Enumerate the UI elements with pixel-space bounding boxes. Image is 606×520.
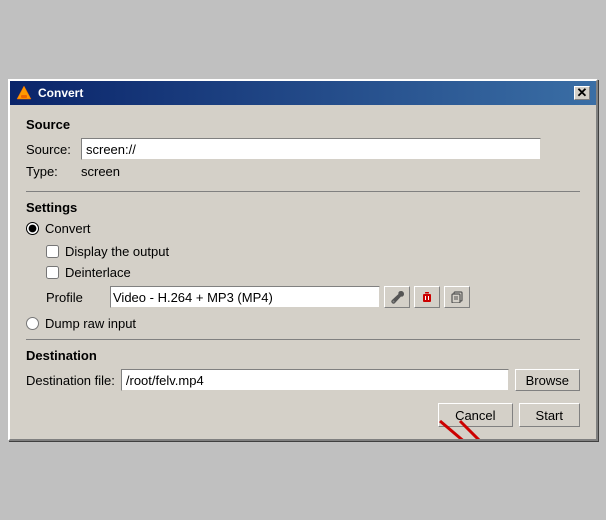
profile-select-wrapper: Video - H.264 + MP3 (MP4) Video - H.265 … — [110, 286, 380, 308]
settings-section-title: Settings — [26, 200, 580, 215]
profile-row: Profile Video - H.264 + MP3 (MP4) Video … — [46, 286, 580, 308]
deinterlace-label: Deinterlace — [65, 265, 131, 280]
source-section-title: Source — [26, 117, 580, 132]
convert-radio-option[interactable]: Convert — [26, 221, 580, 236]
display-output-option[interactable]: Display the output — [46, 244, 580, 259]
type-value: screen — [81, 164, 120, 179]
deinterlace-checkbox[interactable] — [46, 266, 59, 279]
copy-icon — [451, 291, 463, 303]
type-label: Type: — [26, 164, 81, 179]
dest-file-label: Destination file: — [26, 373, 115, 388]
convert-radio-label: Convert — [45, 221, 91, 236]
title-bar: Convert ✕ — [10, 81, 596, 105]
start-button[interactable]: Start — [519, 403, 580, 427]
edit-profile-button[interactable] — [384, 286, 410, 308]
source-section: Source Source: Type: screen — [26, 117, 580, 179]
profile-select[interactable]: Video - H.264 + MP3 (MP4) Video - H.265 … — [110, 286, 380, 308]
display-output-label: Display the output — [65, 244, 169, 259]
close-icon: ✕ — [577, 85, 588, 101]
convert-dialog: Convert ✕ Source Source: Type: screen Se… — [8, 79, 598, 441]
dump-raw-label: Dump raw input — [45, 316, 136, 331]
destination-section: Destination Destination file: Browse — [26, 348, 580, 391]
title-bar-left: Convert — [16, 85, 83, 101]
button-row: Cancel Start — [26, 403, 580, 427]
dest-file-input[interactable] — [121, 369, 509, 391]
dialog-content: Source Source: Type: screen Settings Con… — [10, 105, 596, 439]
copy-profile-button[interactable] — [444, 286, 470, 308]
divider-2 — [26, 339, 580, 340]
close-button[interactable]: ✕ — [574, 86, 590, 100]
cancel-button[interactable]: Cancel — [438, 403, 512, 427]
window-title: Convert — [38, 86, 83, 100]
profile-label: Profile — [46, 290, 106, 305]
vlc-icon — [16, 85, 32, 101]
browse-button[interactable]: Browse — [515, 369, 580, 391]
dump-raw-option[interactable]: Dump raw input — [26, 316, 580, 331]
source-label: Source: — [26, 142, 81, 157]
destination-file-row: Destination file: Browse — [26, 369, 580, 391]
display-output-checkbox[interactable] — [46, 245, 59, 258]
wrench-icon — [390, 290, 404, 304]
delete-profile-button[interactable] — [414, 286, 440, 308]
settings-section: Settings Convert Display the output Dein… — [26, 200, 580, 331]
delete-icon — [421, 291, 433, 303]
dump-raw-radio[interactable] — [26, 317, 39, 330]
source-field-row: Source: — [26, 138, 580, 160]
deinterlace-option[interactable]: Deinterlace — [46, 265, 580, 280]
divider-1 — [26, 191, 580, 192]
destination-section-title: Destination — [26, 348, 580, 363]
source-input[interactable] — [81, 138, 541, 160]
type-field-row: Type: screen — [26, 164, 580, 179]
convert-radio[interactable] — [26, 222, 39, 235]
